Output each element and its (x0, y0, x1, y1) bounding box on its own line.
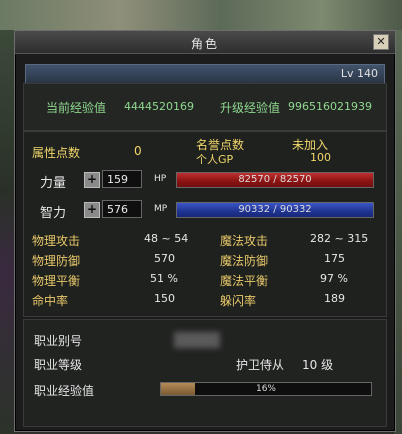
mp-bar: 90332 / 90332 (176, 202, 374, 218)
job-level-label: 职业等级 (34, 358, 83, 372)
hit-rate-value: 150 (154, 292, 175, 305)
job-exp-text: 16% (255, 384, 276, 394)
level-bar: Lv 140 (25, 64, 385, 84)
game-background-left (0, 30, 14, 434)
hp-bar: 82570 / 82570 (176, 172, 374, 188)
int-label: 智力 (40, 206, 67, 221)
mag-atk-value: 282 ~ 315 (310, 232, 369, 245)
mag-def-value: 175 (324, 252, 345, 265)
stats-panel: 属性点数 0 名誉点数 未加入 个人GP 100 力量 + 159 HP 825… (23, 131, 387, 317)
mp-bar-text: 90332 / 90332 (238, 204, 312, 215)
dodge-rate-value: 189 (324, 292, 345, 305)
mp-label: MP (154, 204, 168, 214)
phys-bal-value: 51 % (150, 272, 178, 285)
job-alias-blurred (174, 332, 220, 348)
mag-def-label: 魔法防御 (220, 254, 269, 268)
attr-points-label: 属性点数 (32, 146, 81, 160)
str-label: 力量 (40, 176, 67, 191)
gp-label: 个人GP (196, 153, 234, 166)
job-exp-label: 职业经验值 (34, 384, 95, 398)
close-button[interactable]: ✕ (373, 34, 389, 50)
job-panel: 职业别号 职业等级 护卫侍从 10 级 职业经验值 16% (23, 319, 387, 427)
job-alias-label: 职业别号 (34, 334, 83, 348)
gp-value: 100 (310, 151, 331, 164)
window-titlebar[interactable]: 角色 ✕ (15, 31, 395, 54)
phys-def-label: 物理防御 (32, 254, 81, 268)
str-row: 力量 + 159 (32, 170, 144, 191)
int-plus-button[interactable]: + (84, 202, 100, 218)
hit-rate-label: 命中率 (32, 294, 69, 308)
close-icon: ✕ (376, 35, 386, 48)
mag-bal-value: 97 % (320, 272, 348, 285)
dodge-rate-label: 躲闪率 (220, 294, 257, 308)
phys-bal-label: 物理平衡 (32, 274, 81, 288)
next-exp-value: 996516021939 (288, 100, 372, 113)
window-title: 角色 (190, 37, 219, 51)
job-level-name: 护卫侍从 (236, 358, 285, 372)
phys-atk-value: 48 ~ 54 (144, 232, 189, 245)
hp-bar-text: 82570 / 82570 (238, 174, 312, 185)
hp-label: HP (154, 174, 167, 184)
game-background-top (0, 0, 402, 30)
str-plus-button[interactable]: + (84, 172, 100, 188)
current-exp-label: 当前经验值 (46, 101, 107, 115)
phys-atk-label: 物理攻击 (32, 234, 81, 248)
exp-panel: 当前经验值 4444520169 升级经验值 996516021939 (23, 83, 387, 131)
mag-atk-label: 魔法攻击 (220, 234, 269, 248)
attr-points-value: 0 (134, 144, 142, 158)
mag-bal-label: 魔法平衡 (220, 274, 269, 288)
int-value: 576 (102, 200, 142, 218)
phys-def-value: 570 (154, 252, 175, 265)
str-value: 159 (102, 170, 142, 188)
current-exp-value: 4444520169 (124, 100, 194, 113)
next-exp-label: 升级经验值 (220, 101, 281, 115)
job-level-value: 10 级 (302, 358, 334, 372)
int-row: 智力 + 576 (32, 200, 144, 221)
job-exp-bar: 16% (160, 382, 372, 396)
level-text: Lv 140 (340, 67, 378, 80)
character-window: 角色 ✕ Lv 140 当前经验值 4444520169 升级经验值 99651… (14, 30, 396, 432)
